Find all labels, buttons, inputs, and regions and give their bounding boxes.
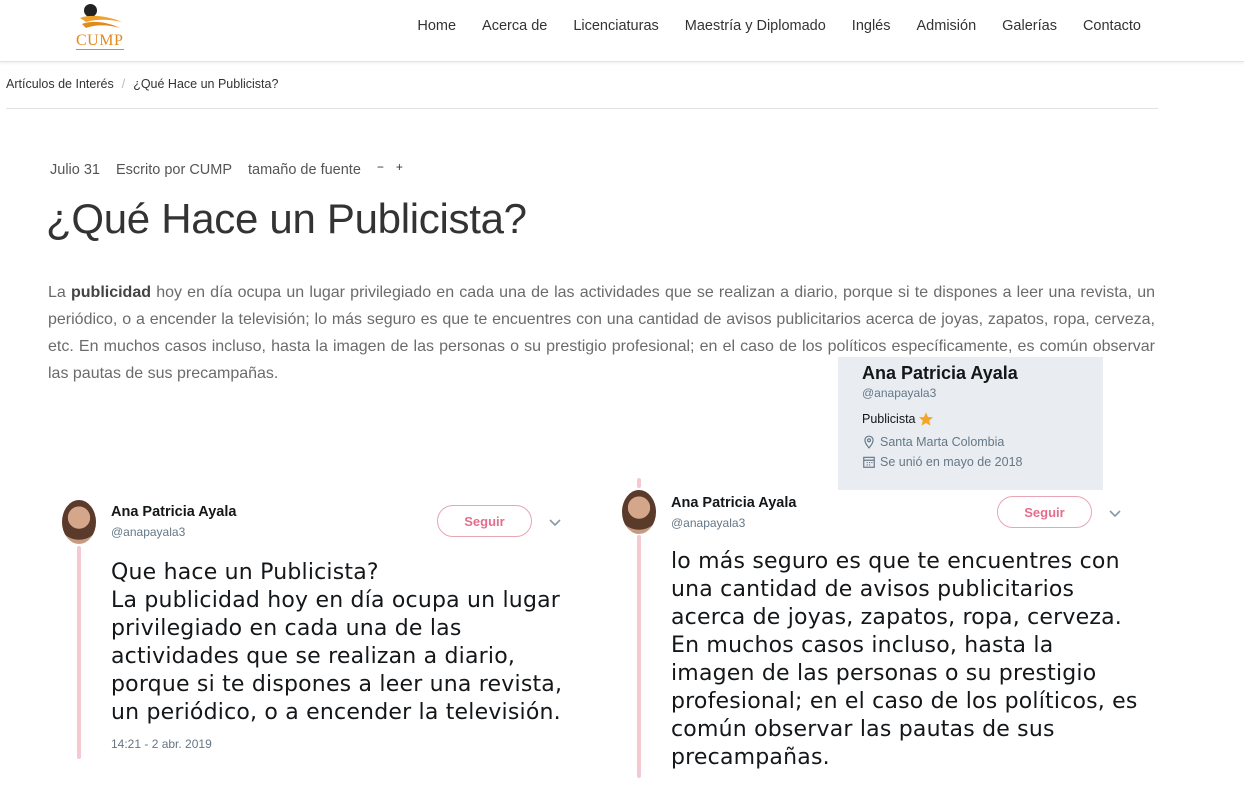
tweet-author-handle[interactable]: @anapayala3 (111, 525, 185, 539)
site-header: CUMP Home Acerca de Licenciaturas Maestr… (0, 0, 1244, 62)
follow-button[interactable]: Seguir (997, 496, 1092, 528)
tweet-author-name[interactable]: Ana Patricia Ayala (671, 495, 796, 511)
font-decrease-button[interactable]: − (377, 160, 384, 174)
nav-home[interactable]: Home (404, 16, 469, 36)
tweet-line: imagen de las personas o su prestigio (671, 661, 1097, 686)
tweet-author-name[interactable]: Ana Patricia Ayala (111, 504, 236, 520)
tweet-card-2: Ana Patricia Ayala @anapayala3 Seguir lo… (622, 478, 1142, 788)
article-author: Escrito por CUMP (115, 162, 233, 178)
follow-button[interactable]: Seguir (437, 505, 532, 537)
chevron-down-icon[interactable] (1108, 507, 1122, 521)
font-increase-button[interactable]: + (396, 160, 403, 174)
tweet-line: común observar las pautas de sus (671, 717, 1055, 742)
avatar[interactable] (622, 490, 656, 534)
logo-text: CUMP (76, 32, 124, 49)
tweet-line: actividades que se realizan a diario, (111, 644, 516, 669)
location-pin-icon (864, 435, 874, 449)
thread-line (77, 546, 81, 759)
tweet-text: Que hace un Publicista? La publicidad ho… (111, 559, 581, 727)
breadcrumb-separator: / (121, 77, 126, 91)
tweet-line: En muchos casos incluso, hasta la (671, 633, 1054, 658)
font-size-label: tamaño de fuente (248, 162, 361, 178)
avatar[interactable] (62, 500, 96, 544)
chevron-down-icon[interactable] (548, 516, 562, 530)
tweet-line: lo más seguro es que te encuentres con (671, 549, 1120, 574)
article-date: Julio 31 (50, 162, 100, 178)
tweet-card-1: Ana Patricia Ayala @anapayala3 Seguir Qu… (62, 490, 582, 790)
tweet-line: acerca de joyas, zapatos, ropa, cerveza. (671, 605, 1122, 630)
tweet-line: un periódico, o a encender la televisión… (111, 700, 561, 725)
nav-contacto[interactable]: Contacto (1070, 16, 1154, 36)
tweet-line: una cantidad de avisos publicitarios (671, 577, 1075, 602)
thread-line (637, 535, 641, 778)
tweet-line: profesional; en el caso de los políticos… (671, 689, 1138, 714)
profile-name[interactable]: Ana Patricia Ayala (862, 363, 1103, 384)
tweet-line: precampañas. (671, 745, 830, 770)
logo-swoosh-shape (80, 15, 122, 28)
thread-line-top (637, 478, 641, 488)
calendar-icon (863, 456, 875, 468)
tweet-author-handle[interactable]: @anapayala3 (671, 516, 745, 530)
cump-logo[interactable]: CUMP (76, 4, 128, 50)
twitter-profile-card: Ana Patricia Ayala @anapayala3 Publicist… (838, 357, 1103, 490)
profile-joined: Se unió en mayo de 2018 (862, 455, 1103, 469)
profile-location: Santa Marta Colombia (862, 435, 1103, 449)
nav-licenciaturas[interactable]: Licenciaturas (560, 16, 671, 36)
profile-joined-text: Se unió en mayo de 2018 (880, 455, 1023, 469)
star-icon (918, 412, 933, 426)
nav-ingles[interactable]: Inglés (839, 16, 904, 36)
tweet-timestamp[interactable]: 14:21 - 2 abr. 2019 (111, 737, 212, 751)
logo-underline (76, 49, 124, 50)
profile-location-text: Santa Marta Colombia (880, 435, 1005, 449)
breadcrumb-current: ¿Qué Hace un Publicista? (133, 77, 279, 91)
tweet-line: privilegiado en cada una de las (111, 616, 462, 641)
tweet-line: Que hace un Publicista? (111, 560, 379, 585)
intro-bold-term: publicidad (71, 284, 151, 301)
intro-pre: La (48, 284, 71, 301)
tweet-line: porque si te dispones a leer una revista… (111, 672, 563, 697)
profile-bio: Publicista (862, 411, 1103, 427)
breadcrumb: Artículos de Interés / ¿Qué Hace un Publ… (6, 77, 278, 91)
tweet-text: lo más seguro es que te encuentres con u… (671, 548, 1141, 772)
nav-admision[interactable]: Admisión (904, 16, 990, 36)
tweet-line: La publicidad hoy en día ocupa un lugar (111, 588, 561, 613)
main-nav: Home Acerca de Licenciaturas Maestría y … (404, 16, 1154, 36)
nav-acerca-de[interactable]: Acerca de (469, 16, 560, 36)
profile-bio-text: Publicista (862, 412, 916, 426)
article-meta: Julio 31 Escrito por CUMP tamaño de fuen… (50, 160, 415, 178)
article-title: ¿Qué Hace un Publicista? (46, 195, 527, 242)
nav-maestria-diplomado[interactable]: Maestría y Diplomado (672, 16, 839, 36)
breadcrumb-parent-link[interactable]: Artículos de Interés (6, 77, 114, 91)
breadcrumb-divider (6, 108, 1158, 109)
nav-galerias[interactable]: Galerías (989, 16, 1070, 36)
profile-handle: @anapayala3 (862, 386, 937, 400)
